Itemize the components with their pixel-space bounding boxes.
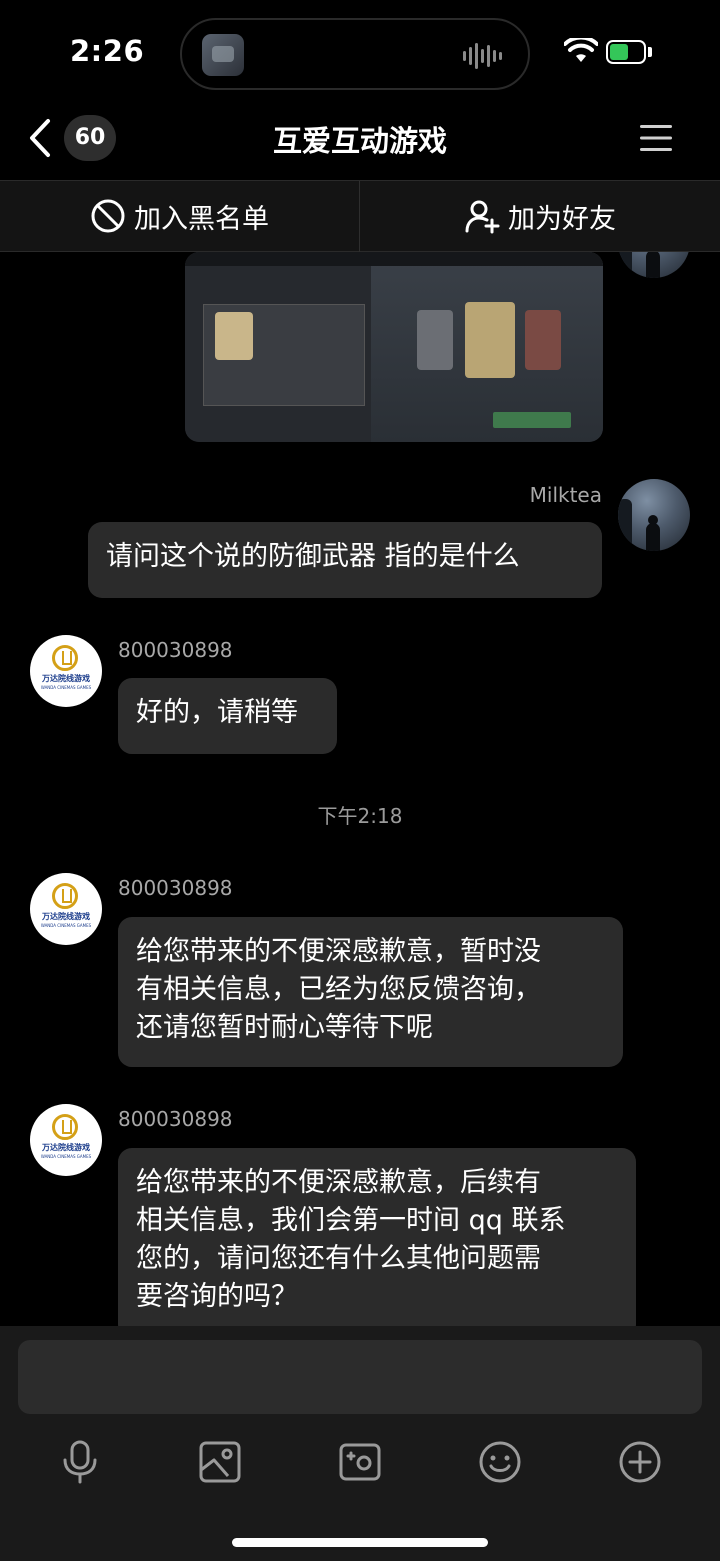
message-text-line: 给您带来的不便深感歉意，后续有 (136, 1167, 541, 1198)
avatar[interactable]: 万达院线游戏 WANDA CINEMAS GAMES (30, 635, 102, 707)
add-friend-label: 加为好友 (508, 203, 616, 235)
now-playing-thumbnail (202, 34, 244, 76)
battery-level (610, 44, 628, 60)
camera-icon[interactable] (338, 1440, 382, 1484)
avatar[interactable]: 万达院线游戏 WANDA CINEMAS GAMES (30, 1104, 102, 1176)
image-icon[interactable] (198, 1440, 242, 1484)
chat-scroll[interactable]: Milktea 请问这个说的防御武器 指的是什么 万达院线游戏 WANDA CI… (0, 252, 720, 1326)
microphone-icon[interactable] (58, 1440, 102, 1484)
wifi-icon (564, 38, 598, 62)
logo-icon (52, 883, 78, 909)
emoji-icon[interactable] (478, 1440, 522, 1484)
message-text: 好的，请稍等 (136, 697, 298, 728)
message-text-line: 相关信息，我们会第一时间 qq 联系 (136, 1205, 566, 1236)
message-text-line: 您的，请问您还有什么其他问题需 (136, 1243, 541, 1274)
avatar[interactable]: 万达院线游戏 WANDA CINEMAS GAMES (30, 873, 102, 945)
avatar[interactable] (618, 479, 690, 551)
message-bubble[interactable]: 给您带来的不便深感歉意，暂时没 有相关信息，已经为您反馈咨询， 还请您暂时耐心等… (118, 917, 623, 1067)
sender-name: 800030898 (118, 1107, 233, 1131)
dynamic-island[interactable] (180, 18, 530, 90)
message-bubble[interactable]: 给您带来的不便深感歉意，后续有 相关信息，我们会第一时间 qq 联系 您的，请问… (118, 1148, 636, 1326)
sender-name: 800030898 (118, 638, 233, 662)
blacklist-button[interactable]: 加入黑名单 (0, 181, 359, 251)
sender-name: 800030898 (118, 876, 233, 900)
message-bubble[interactable]: 好的，请稍等 (118, 678, 337, 754)
block-icon (91, 199, 125, 233)
input-area (0, 1326, 720, 1561)
avatar[interactable] (618, 252, 690, 278)
chat-title: 互爱互动游戏 (272, 124, 447, 158)
status-time: 2:26 (70, 34, 145, 68)
audio-wave-icon (463, 42, 502, 70)
home-indicator[interactable] (232, 1538, 488, 1547)
message-input[interactable] (18, 1340, 702, 1414)
add-user-icon (465, 200, 500, 234)
battery-cap (648, 47, 652, 57)
message-text-line: 要咨询的吗？ (136, 1281, 298, 1312)
menu-icon[interactable] (640, 124, 672, 152)
plus-icon[interactable] (618, 1440, 662, 1484)
add-friend-button[interactable]: 加为好友 (360, 181, 720, 251)
logo-icon (52, 1114, 78, 1140)
message-bubble[interactable]: 请问这个说的防御武器 指的是什么 (88, 522, 602, 598)
blacklist-label: 加入黑名单 (134, 203, 269, 235)
message-text-line: 给您带来的不便深感歉意，暂时没 (136, 936, 541, 967)
image-message[interactable] (185, 252, 603, 442)
logo-icon (52, 645, 78, 671)
battery-icon (606, 40, 646, 64)
action-bar: 加入黑名单 加为好友 (0, 180, 720, 253)
message-text-line: 有相关信息，已经为您反馈咨询， (136, 974, 541, 1005)
sender-name: Milktea (529, 483, 602, 507)
message-text: 请问这个说的防御武器 指的是什么 (106, 541, 520, 572)
message-text-line: 还请您暂时耐心等待下呢 (136, 1012, 433, 1043)
message-timestamp: 下午2:18 (317, 804, 403, 828)
